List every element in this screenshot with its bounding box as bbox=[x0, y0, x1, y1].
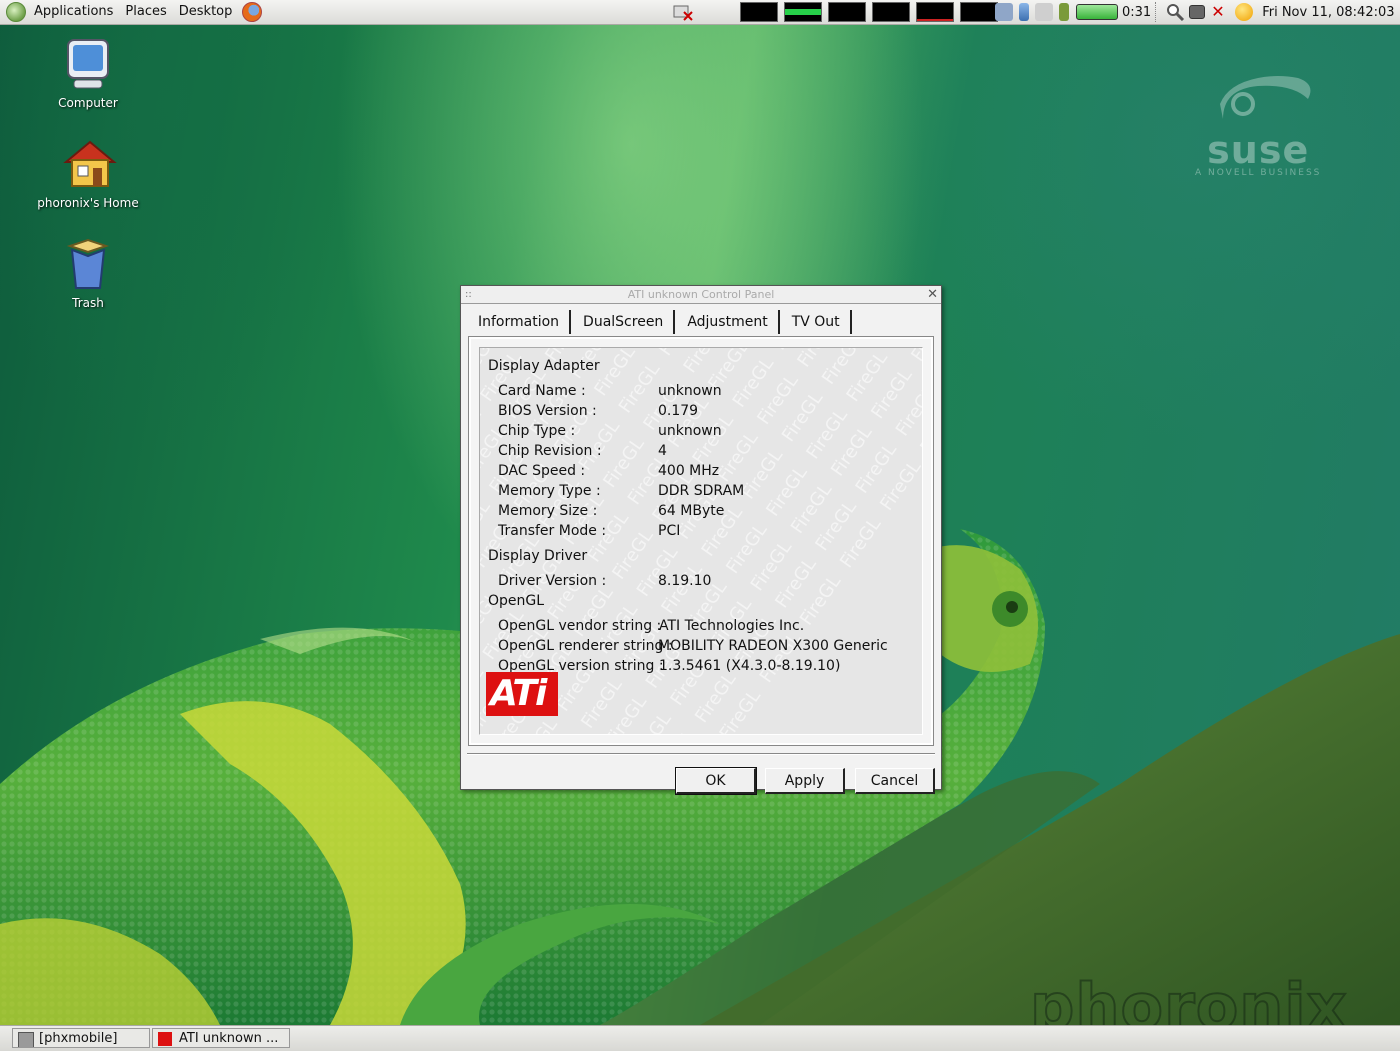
ati-logo: ATi bbox=[486, 672, 558, 716]
suse-subtitle: A NOVELL BUSINESS bbox=[1195, 168, 1321, 178]
tab-information[interactable]: Information bbox=[470, 310, 571, 334]
gnome-menu-icon[interactable] bbox=[6, 2, 26, 22]
button-separator bbox=[467, 753, 935, 755]
label-opengl-vendor: OpenGL vendor string : bbox=[498, 618, 661, 634]
section-opengl: OpenGL bbox=[488, 593, 544, 609]
close-icon[interactable]: ✕ bbox=[927, 286, 938, 303]
svg-text:FireGL: FireGL bbox=[907, 348, 922, 366]
chameleon-logo-icon bbox=[1198, 74, 1318, 124]
menu-applications[interactable]: Applications bbox=[28, 0, 119, 24]
label-opengl-renderer: OpenGL renderer string : bbox=[498, 638, 673, 654]
value-memory-size: 64 MByte bbox=[658, 503, 724, 519]
ok-button[interactable]: OK bbox=[676, 768, 756, 794]
value-opengl-vendor: ATI Technologies Inc. bbox=[659, 618, 804, 634]
desktop-icon-label: Trash bbox=[72, 296, 104, 310]
taskbar-label: ATI unknown ... bbox=[179, 1031, 278, 1046]
value-chip-revision: 4 bbox=[658, 443, 667, 459]
cpu-monitor bbox=[740, 2, 778, 22]
taskbar-button-terminal[interactable]: [phxmobile] bbox=[12, 1028, 150, 1048]
battery-icon[interactable] bbox=[1076, 4, 1118, 20]
label-driver-version: Driver Version : bbox=[498, 573, 606, 589]
desktop-icon-label: Computer bbox=[58, 96, 118, 110]
value-bios-version: 0.179 bbox=[658, 403, 698, 419]
memory-monitor bbox=[784, 2, 822, 22]
value-opengl-version: 1.3.5461 (X4.3.0-8.19.10) bbox=[659, 658, 840, 674]
menu-desktop[interactable]: Desktop bbox=[173, 0, 239, 24]
apply-button[interactable]: Apply bbox=[765, 768, 845, 794]
clock[interactable]: Fri Nov 11, 08:42:03 bbox=[1262, 5, 1394, 20]
computer-icon bbox=[60, 36, 116, 92]
power-plug-icon[interactable] bbox=[1059, 3, 1069, 21]
suse-watermark: suse A NOVELL BUSINESS bbox=[1195, 74, 1321, 178]
taskbar-button-ati[interactable]: ATI unknown ... bbox=[152, 1028, 290, 1048]
tab-bar: Information DualScreen Adjustment TV Out bbox=[467, 310, 935, 338]
home-folder-icon bbox=[60, 136, 116, 192]
window-menu-grip-icon[interactable]: :: bbox=[465, 286, 472, 303]
window-title: ATI unknown Control Panel bbox=[628, 288, 775, 301]
firefox-launcher-icon[interactable] bbox=[242, 2, 262, 22]
value-dac-speed: 400 MHz bbox=[658, 463, 719, 479]
bluetooth-icon[interactable] bbox=[1019, 3, 1029, 21]
show-desktop-icon[interactable] bbox=[1189, 5, 1205, 19]
section-display-driver: Display Driver bbox=[488, 548, 587, 564]
tab-dualscreen[interactable]: DualScreen bbox=[575, 310, 675, 334]
value-chip-type: unknown bbox=[658, 423, 722, 439]
tab-tv-out[interactable]: TV Out bbox=[784, 310, 852, 334]
top-panel: Applications Places Desktop 0:31 ✕ Fri N… bbox=[0, 0, 1400, 25]
network-manager-icon[interactable] bbox=[995, 3, 1013, 21]
close-window-icon[interactable]: ✕ bbox=[1211, 3, 1229, 21]
system-monitor[interactable] bbox=[740, 0, 1004, 24]
value-memory-type: DDR SDRAM bbox=[658, 483, 744, 499]
ati-logo-text: ATi bbox=[490, 675, 545, 713]
trash-icon bbox=[60, 236, 116, 292]
label-memory-type: Memory Type : bbox=[498, 483, 601, 499]
search-icon[interactable] bbox=[1165, 3, 1183, 21]
swap-monitor bbox=[872, 2, 910, 22]
label-memory-size: Memory Size : bbox=[498, 503, 597, 519]
ati-control-panel-window: :: ATI unknown Control Panel ✕ Informati… bbox=[460, 285, 942, 790]
information-tab-page: FireGLFireGLFireGLFireGLFireGLFireGLFire… bbox=[469, 337, 933, 745]
window-client-area: Information DualScreen Adjustment TV Out… bbox=[467, 305, 935, 789]
menu-places[interactable]: Places bbox=[119, 0, 172, 24]
label-chip-revision: Chip Revision : bbox=[498, 443, 602, 459]
value-opengl-renderer: MOBILITY RADEON X300 Generic bbox=[658, 638, 888, 654]
network-status-icon[interactable] bbox=[672, 0, 694, 24]
window-titlebar[interactable]: :: ATI unknown Control Panel ✕ bbox=[461, 286, 941, 304]
section-display-adapter: Display Adapter bbox=[488, 358, 600, 374]
value-transfer-mode: PCI bbox=[658, 523, 680, 539]
battery-time: 0:31 bbox=[1122, 5, 1151, 20]
ati-icon bbox=[158, 1032, 172, 1046]
terminal-icon bbox=[18, 1032, 34, 1048]
label-bios-version: BIOS Version : bbox=[498, 403, 597, 419]
value-card-name: unknown bbox=[658, 383, 722, 399]
update-notifier-icon[interactable] bbox=[1235, 3, 1253, 21]
suse-word: suse bbox=[1195, 128, 1321, 172]
tab-adjustment[interactable]: Adjustment bbox=[679, 310, 779, 334]
value-driver-version: 8.19.10 bbox=[658, 573, 711, 589]
load-monitor bbox=[916, 2, 954, 22]
information-panel: FireGLFireGLFireGLFireGLFireGLFireGLFire… bbox=[479, 347, 923, 735]
cancel-button[interactable]: Cancel bbox=[855, 768, 935, 794]
desktop-icon-home[interactable]: phoronix's Home bbox=[23, 136, 153, 210]
label-card-name: Card Name : bbox=[498, 383, 586, 399]
volume-muted-icon[interactable] bbox=[1035, 3, 1053, 21]
desktop-icon-computer[interactable]: Computer bbox=[23, 36, 153, 110]
bottom-panel: [phxmobile] ATI unknown ... bbox=[0, 1025, 1400, 1051]
label-dac-speed: DAC Speed : bbox=[498, 463, 585, 479]
label-transfer-mode: Transfer Mode : bbox=[498, 523, 606, 539]
panel-separator bbox=[1155, 2, 1158, 22]
label-chip-type: Chip Type : bbox=[498, 423, 575, 439]
desktop-icon-label: phoronix's Home bbox=[37, 196, 138, 210]
network-monitor bbox=[828, 2, 866, 22]
taskbar-label: [phxmobile] bbox=[39, 1031, 117, 1046]
desktop-icon-trash[interactable]: Trash bbox=[23, 236, 153, 310]
